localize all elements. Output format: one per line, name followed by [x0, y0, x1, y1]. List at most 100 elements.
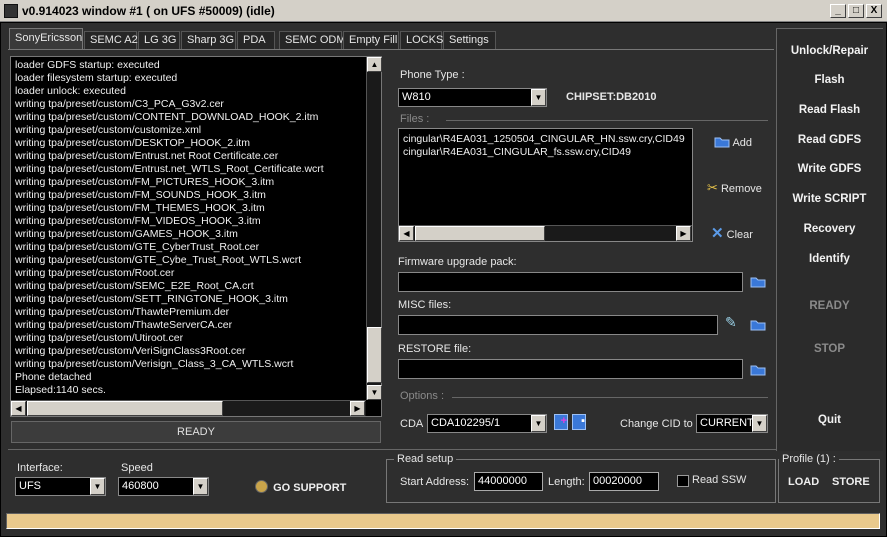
- ready-indicator: READY: [809, 300, 850, 312]
- log-horizontal-scrollbar[interactable]: ◀ ▶: [11, 400, 366, 416]
- remove-file-button[interactable]: ✂ Remove: [707, 180, 762, 196]
- files-group-line: [446, 120, 768, 121]
- write-gdfs-button[interactable]: Write GDFS: [777, 163, 882, 175]
- add-label: Add: [732, 137, 753, 149]
- read-gdfs-button[interactable]: Read GDFS: [777, 134, 882, 146]
- clear-files-button[interactable]: ✕ Clear: [711, 224, 753, 242]
- edit-pen-icon[interactable]: ✎: [725, 314, 737, 331]
- close-button[interactable]: X: [866, 4, 882, 18]
- vertical-scroll-thumb[interactable]: [367, 327, 382, 383]
- read-ssw-label: Read SSW: [692, 474, 747, 486]
- identify-button[interactable]: Identify: [777, 253, 882, 265]
- tab-semc-odm[interactable]: SEMC ODM: [279, 31, 346, 49]
- phone-type-label: Phone Type :: [400, 69, 465, 81]
- restore-file-field[interactable]: [398, 359, 743, 379]
- log-line: Elapsed:1140 secs.: [15, 384, 106, 396]
- scroll-left-icon[interactable]: ◀: [11, 401, 26, 416]
- tab-semc-a2[interactable]: SEMC A2: [84, 31, 138, 49]
- start-address-input[interactable]: 44000000: [474, 472, 543, 491]
- store-profile-button[interactable]: STORE: [832, 476, 870, 488]
- chevron-down-icon[interactable]: ▼: [531, 89, 546, 106]
- phone-type-select[interactable]: W810 ▼: [398, 88, 547, 107]
- folder-icon[interactable]: [750, 319, 766, 332]
- scroll-up-icon[interactable]: ▲: [367, 57, 382, 72]
- misc-files-field[interactable]: [398, 315, 718, 335]
- log-lines: loader GDFS startup: executed loader file…: [15, 59, 365, 397]
- stop-button[interactable]: STOP: [777, 343, 882, 355]
- tab-empty-fill[interactable]: Empty Fill: [343, 31, 399, 49]
- read-ssw-checkbox[interactable]: [677, 475, 689, 487]
- title-bar[interactable]: v0.914023 window #1 ( on UFS #50009) (id…: [0, 0, 887, 22]
- chevron-down-icon[interactable]: ▼: [531, 415, 546, 432]
- add-cda-icon[interactable]: +: [554, 414, 568, 430]
- write-script-button[interactable]: Write SCRIPT: [777, 193, 882, 205]
- interface-select[interactable]: UFS ▼: [15, 477, 106, 496]
- app-icon: [4, 4, 18, 18]
- tab-sonyericsson[interactable]: SonyEricsson: [9, 28, 83, 49]
- tab-sharp-3g[interactable]: Sharp 3G: [181, 31, 236, 49]
- log-line: loader unlock: executed: [15, 85, 126, 97]
- tab-lg-3g[interactable]: LG 3G: [138, 31, 180, 49]
- folder-icon: [714, 137, 730, 148]
- scroll-right-icon[interactable]: ▶: [350, 401, 365, 416]
- scroll-right-icon[interactable]: ▶: [676, 226, 691, 241]
- chevron-down-icon[interactable]: ▼: [193, 478, 208, 495]
- tab-divider: [8, 49, 774, 50]
- folder-icon[interactable]: [750, 364, 766, 377]
- interface-value: UFS: [19, 480, 41, 492]
- files-horizontal-scrollbar[interactable]: ◀ ▶: [399, 225, 692, 241]
- speed-select[interactable]: 460800 ▼: [118, 477, 209, 496]
- maximize-button[interactable]: □: [848, 4, 864, 18]
- minimize-button[interactable]: _: [830, 4, 846, 18]
- action-panel: Unlock/Repair Flash Read Flash Read GDFS…: [776, 28, 883, 451]
- copy-cda-icon[interactable]: ▪: [572, 414, 586, 430]
- tab-pda[interactable]: PDA: [237, 31, 275, 49]
- flash-button[interactable]: Flash: [777, 74, 882, 86]
- progress-fill: [7, 514, 879, 528]
- length-input[interactable]: 00020000: [589, 472, 659, 491]
- scroll-down-icon[interactable]: ▼: [367, 385, 382, 400]
- log-line: writing tpa/preset/custom/Utiroot.cer: [15, 332, 184, 344]
- unlock-repair-button[interactable]: Unlock/Repair: [777, 45, 882, 57]
- tab-settings[interactable]: Settings: [443, 31, 496, 49]
- read-flash-button[interactable]: Read Flash: [777, 104, 882, 116]
- start-address-label: Start Address:: [400, 476, 470, 488]
- quit-button[interactable]: Quit: [777, 414, 882, 426]
- go-support-button[interactable]: GO SUPPORT: [255, 480, 346, 494]
- firmware-field[interactable]: [398, 272, 743, 292]
- restore-file-label: RESTORE file:: [398, 343, 472, 355]
- profile-title: Profile (1) :: [779, 453, 839, 465]
- log-line: writing tpa/preset/custom/Entrust.net Ro…: [15, 150, 279, 162]
- folder-icon[interactable]: [750, 276, 766, 289]
- recovery-button[interactable]: Recovery: [777, 223, 882, 235]
- log-line: loader filesystem startup: executed: [15, 72, 178, 84]
- log-line: writing tpa/preset/custom/FM_VIDEOS_HOOK…: [15, 215, 261, 227]
- load-profile-button[interactable]: LOAD: [788, 476, 819, 488]
- scissors-icon: ✂: [707, 180, 718, 195]
- log-line: writing tpa/preset/custom/ThawtePremium.…: [15, 306, 230, 318]
- file-item[interactable]: cingular\R4EA031_CINGULAR_fs.ssw.cry,CID…: [403, 146, 631, 158]
- log-line: writing tpa/preset/custom/CONTENT_DOWNLO…: [15, 111, 319, 123]
- files-label: Files :: [400, 113, 430, 125]
- go-support-label: GO SUPPORT: [273, 482, 347, 494]
- log-vertical-scrollbar[interactable]: ▲ ▼: [366, 57, 382, 400]
- log-line: writing tpa/preset/custom/DESKTOP_HOOK_2…: [15, 137, 250, 149]
- log-line: writing tpa/preset/custom/FM_PICTURES_HO…: [15, 176, 275, 188]
- log-panel[interactable]: loader GDFS startup: executed loader file…: [10, 56, 382, 417]
- cda-select[interactable]: CDA102295/1 ▼: [427, 414, 547, 433]
- file-item[interactable]: cingular\R4EA031_1250504_CINGULAR_HN.ssw…: [403, 133, 685, 145]
- scroll-left-icon[interactable]: ◀: [399, 226, 414, 241]
- log-line: writing tpa/preset/custom/GTE_Cybe_Trust…: [15, 254, 302, 266]
- horizontal-scroll-thumb[interactable]: [415, 226, 545, 241]
- horizontal-scroll-thumb[interactable]: [27, 401, 223, 416]
- read-setup-title: Read setup: [394, 453, 457, 465]
- length-label: Length:: [548, 476, 585, 488]
- add-file-button[interactable]: Add: [714, 136, 752, 149]
- log-line: writing tpa/preset/custom/GAMES_HOOK_3.i…: [15, 228, 238, 240]
- tab-locks[interactable]: LOCKS: [400, 31, 443, 49]
- misc-files-label: MISC files:: [398, 299, 452, 311]
- chevron-down-icon[interactable]: ▼: [752, 415, 767, 432]
- chevron-down-icon[interactable]: ▼: [90, 478, 105, 495]
- change-cid-select[interactable]: CURRENT ▼: [696, 414, 768, 433]
- files-list[interactable]: cingular\R4EA031_1250504_CINGULAR_HN.ssw…: [398, 128, 693, 242]
